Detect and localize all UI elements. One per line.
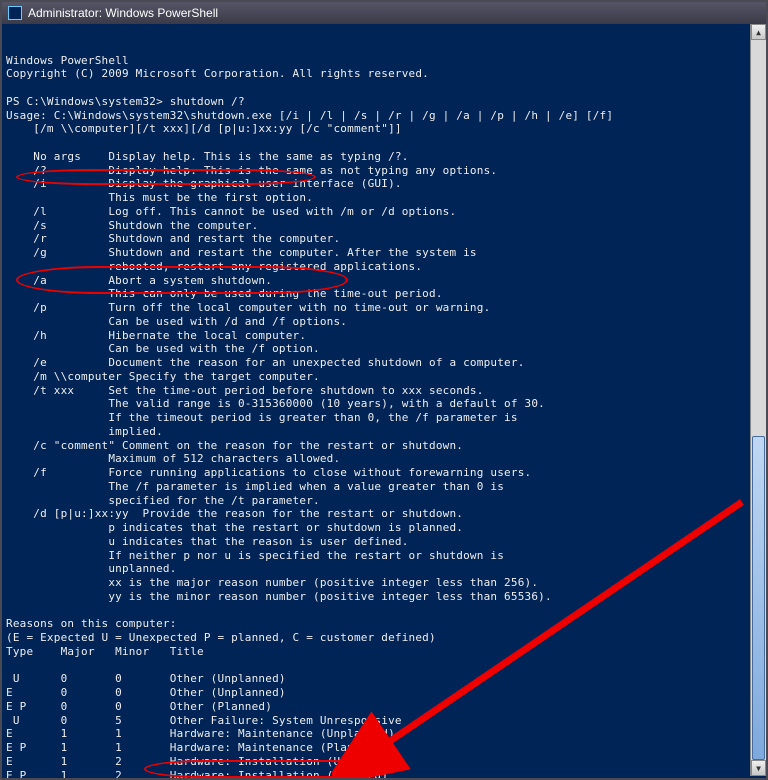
opt-d2: p indicates that the restart or shutdown…: [6, 521, 463, 534]
opt-a2: This can only be used during the time-ou…: [6, 287, 443, 300]
window-title: Administrator: Windows PowerShell: [28, 6, 218, 20]
reasons-header1: Reasons on this computer:: [6, 617, 177, 630]
scrollbar[interactable]: ▲ ▼: [750, 24, 766, 776]
opt-d5: unplanned.: [6, 562, 177, 575]
opt-r: /r Shutdown and restart the computer.: [6, 232, 340, 245]
banner-line1: Windows PowerShell: [6, 54, 129, 67]
opt-t2: The valid range is 0-315360000 (10 years…: [6, 397, 545, 410]
usage-line2: [/m \\computer][/t xxx][/d [p|u:]xx:yy […: [6, 122, 402, 135]
opt-t: /t xxx Set the time-out period before sh…: [6, 384, 484, 397]
opt-p: /p Turn off the local computer with no t…: [6, 301, 490, 314]
terminal[interactable]: Windows PowerShell Copyright (C) 2009 Mi…: [2, 24, 766, 778]
opt-c: /c "comment" Comment on the reason for t…: [6, 439, 463, 452]
opt-d4: If neither p nor u is specified the rest…: [6, 549, 504, 562]
opt-g: /g Shutdown and restart the computer. Af…: [6, 246, 477, 259]
opt-e: /e Document the reason for an unexpected…: [6, 356, 525, 369]
opt-d: /d [p|u:]xx:yy Provide the reason for th…: [6, 507, 463, 520]
opt-m: /m \\computer Specify the target compute…: [6, 370, 320, 383]
scroll-down-button[interactable]: ▼: [751, 760, 766, 776]
opt-i: /i Display the graphical user interface …: [6, 177, 402, 190]
opt-p2: Can be used with /d and /f options.: [6, 315, 347, 328]
opt-h2: Can be used with the /f option.: [6, 342, 320, 355]
powershell-window: Administrator: Windows PowerShell Window…: [0, 0, 768, 780]
opt-d3: u indicates that the reason is user defi…: [6, 535, 409, 548]
opt-l: /l Log off. This cannot be used with /m …: [6, 205, 456, 218]
banner-line2: Copyright (C) 2009 Microsoft Corporation…: [6, 67, 429, 80]
opt-f3: specified for the /t parameter.: [6, 494, 320, 507]
opt-noargs: No args Display help. This is the same a…: [6, 150, 409, 163]
scroll-up-button[interactable]: ▲: [751, 24, 766, 40]
opt-f2: The /f parameter is implied when a value…: [6, 480, 504, 493]
opt-question: /? Display help. This is the same as not…: [6, 164, 497, 177]
opt-i2: This must be the first option.: [6, 191, 313, 204]
opt-h: /h Hibernate the local computer.: [6, 329, 306, 342]
scroll-thumb[interactable]: [752, 436, 765, 760]
opt-t4: implied.: [6, 425, 163, 438]
opt-s: /s Shutdown the computer.: [6, 219, 258, 232]
powershell-icon: [8, 6, 22, 20]
scroll-track[interactable]: [751, 40, 766, 760]
opt-t3: If the timeout period is greater than 0,…: [6, 411, 518, 424]
reasons-header3: Type Major Minor Title: [6, 645, 204, 658]
reasons-table: U 0 0 Other (Unplanned) E 0 0 Other (Unp…: [6, 672, 477, 778]
reasons-header2: (E = Expected U = Unexpected P = planned…: [6, 631, 436, 644]
opt-g2: rebooted, restart any registered applica…: [6, 260, 422, 273]
usage-line1: Usage: C:\Windows\system32\shutdown.exe …: [6, 109, 613, 122]
prompt-help: PS C:\Windows\system32> shutdown /?: [6, 95, 245, 108]
opt-c2: Maximum of 512 characters allowed.: [6, 452, 340, 465]
opt-a: /a Abort a system shutdown.: [6, 274, 272, 287]
terminal-content: Windows PowerShell Copyright (C) 2009 Mi…: [6, 54, 762, 779]
opt-f: /f Force running applications to close w…: [6, 466, 531, 479]
titlebar[interactable]: Administrator: Windows PowerShell: [2, 2, 766, 24]
opt-d7: yy is the minor reason number (positive …: [6, 590, 552, 603]
opt-d6: xx is the major reason number (positive …: [6, 576, 538, 589]
